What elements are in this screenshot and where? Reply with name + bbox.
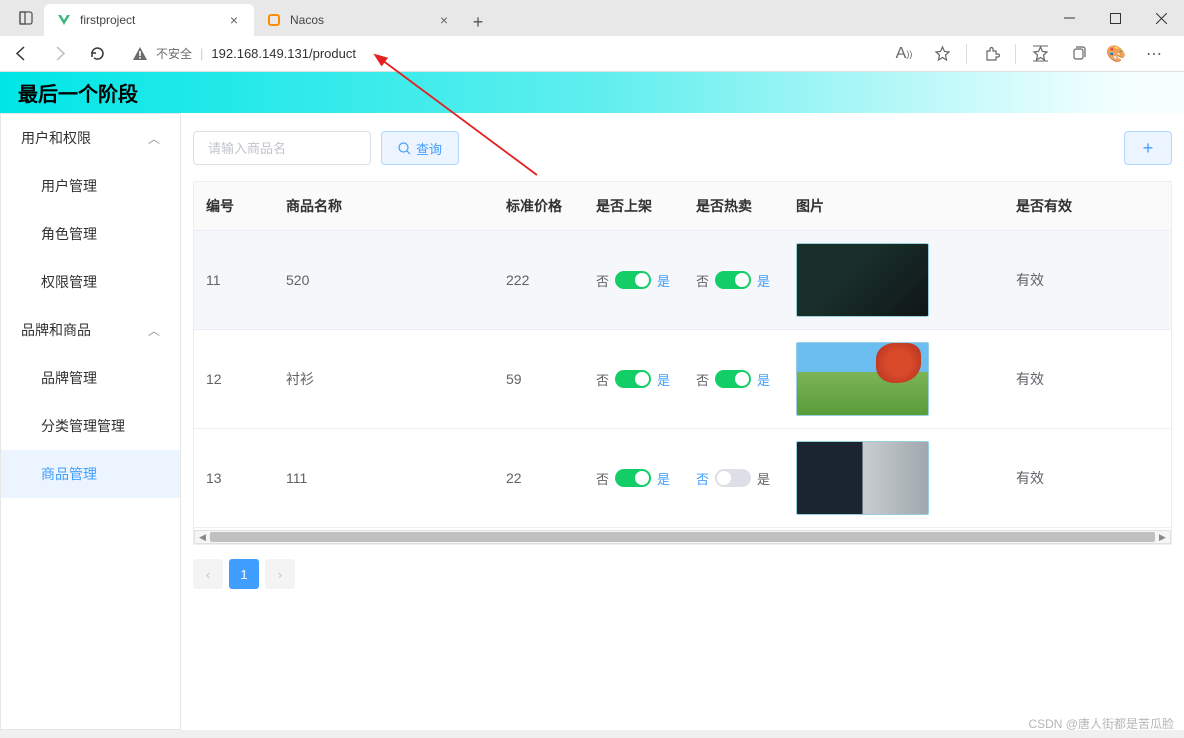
search-icon xyxy=(398,142,411,155)
page-title: 最后一个阶段 xyxy=(18,78,138,107)
table-row: 1311122否是否是有效 xyxy=(194,429,1171,528)
page-1-button[interactable]: 1 xyxy=(229,559,259,589)
toggle-switch[interactable] xyxy=(715,469,751,487)
tab-close-icon[interactable]: × xyxy=(226,12,242,28)
cell-name: 111 xyxy=(274,429,494,528)
vue-icon xyxy=(56,12,72,28)
chevron-up-icon: ︿ xyxy=(148,322,160,339)
cell-name: 衬衫 xyxy=(274,330,494,429)
tab-overview-button[interactable] xyxy=(8,0,44,36)
nacos-icon xyxy=(266,12,282,28)
cell-hot: 否是 xyxy=(684,231,784,330)
main-content: 查询 + 编号 商品名称 标准价格 是否上架 是否热卖 图片 是否 xyxy=(181,113,1184,730)
horizontal-scrollbar[interactable]: ◀▶ xyxy=(194,530,1171,544)
header-price: 标准价格 xyxy=(494,182,584,231)
cell-valid: 有效 xyxy=(1004,330,1171,429)
header-hot: 是否热卖 xyxy=(684,182,784,231)
cell-listed: 否是 xyxy=(584,429,684,528)
cell-valid: 有效 xyxy=(1004,231,1171,330)
minimize-button[interactable] xyxy=(1046,0,1092,36)
url-field[interactable]: 不安全 | 192.168.149.131/product xyxy=(118,39,882,69)
warning-icon xyxy=(132,46,148,62)
add-button[interactable]: + xyxy=(1124,131,1172,165)
toggle-switch[interactable] xyxy=(615,370,651,388)
cell-id: 11 xyxy=(194,231,274,330)
banner: 最后一个阶段 xyxy=(0,72,1184,113)
cell-name: 520 xyxy=(274,231,494,330)
tab-title: firstproject xyxy=(80,13,218,27)
cell-valid: 有效 xyxy=(1004,429,1171,528)
toolbar: 查询 xyxy=(193,131,1172,165)
favorites-bar-icon[interactable] xyxy=(1022,37,1058,71)
back-button[interactable] xyxy=(4,37,38,71)
menu-icon[interactable]: ⋯ xyxy=(1136,37,1172,71)
tab-nacos[interactable]: Nacos × xyxy=(254,4,464,36)
header-valid: 是否有效 xyxy=(1004,182,1171,231)
read-aloud-icon[interactable]: A)) xyxy=(886,37,922,71)
product-thumbnail[interactable] xyxy=(796,342,929,416)
cell-img xyxy=(784,231,1004,330)
sidebar-item[interactable]: 角色管理 xyxy=(1,210,180,258)
tab-bar: firstproject × Nacos × + xyxy=(0,0,1184,36)
sidebar-item[interactable]: 用户管理 xyxy=(1,162,180,210)
header-name: 商品名称 xyxy=(274,182,494,231)
sidebar-item[interactable]: 品牌管理 xyxy=(1,354,180,402)
toggle-switch[interactable] xyxy=(615,469,651,487)
watermark: CSDN @唐人街都是苦瓜脸 xyxy=(1028,715,1174,732)
cell-listed: 否是 xyxy=(584,231,684,330)
cell-price: 22 xyxy=(494,429,584,528)
tab-close-icon[interactable]: × xyxy=(436,12,452,28)
pagination: ‹ 1 › xyxy=(193,559,1172,589)
extensions-icon[interactable] xyxy=(973,37,1009,71)
tab-title: Nacos xyxy=(290,13,428,27)
cell-img xyxy=(784,429,1004,528)
toggle-switch[interactable] xyxy=(715,370,751,388)
header-img: 图片 xyxy=(784,182,1004,231)
search-input[interactable] xyxy=(193,131,371,165)
next-page-button[interactable]: › xyxy=(265,559,295,589)
address-bar: 不安全 | 192.168.149.131/product A)) 🎨 ⋯ xyxy=(0,36,1184,72)
maximize-button[interactable] xyxy=(1092,0,1138,36)
toggle-switch[interactable] xyxy=(715,271,751,289)
menu-group[interactable]: 品牌和商品︿ xyxy=(1,306,180,354)
close-button[interactable] xyxy=(1138,0,1184,36)
collections-icon[interactable] xyxy=(1060,37,1096,71)
new-tab-button[interactable]: + xyxy=(464,8,492,36)
cell-price: 222 xyxy=(494,231,584,330)
reload-button[interactable] xyxy=(80,37,114,71)
cell-id: 12 xyxy=(194,330,274,429)
sidebar: 用户和权限︿用户管理角色管理权限管理品牌和商品︿品牌管理分类管理管理商品管理 xyxy=(0,113,181,730)
window-controls xyxy=(1046,0,1184,36)
toggle-switch[interactable] xyxy=(615,271,651,289)
cell-id: 13 xyxy=(194,429,274,528)
query-button[interactable]: 查询 xyxy=(381,131,459,165)
product-thumbnail[interactable] xyxy=(796,243,929,317)
forward-button[interactable] xyxy=(42,37,76,71)
header-id: 编号 xyxy=(194,182,274,231)
chevron-up-icon: ︿ xyxy=(148,130,160,147)
sidebar-item[interactable]: 商品管理 xyxy=(1,450,180,498)
sync-icon[interactable]: 🎨 xyxy=(1098,37,1134,71)
prev-page-button[interactable]: ‹ xyxy=(193,559,223,589)
tab-firstproject[interactable]: firstproject × xyxy=(44,4,254,36)
table-row: 12衬衫59否是否是有效 xyxy=(194,330,1171,429)
insecure-label: 不安全 xyxy=(156,45,192,62)
menu-group[interactable]: 用户和权限︿ xyxy=(1,114,180,162)
header-listed: 是否上架 xyxy=(584,182,684,231)
cell-hot: 否是 xyxy=(684,330,784,429)
cell-listed: 否是 xyxy=(584,330,684,429)
favorite-icon[interactable] xyxy=(924,37,960,71)
sidebar-item[interactable]: 权限管理 xyxy=(1,258,180,306)
cell-price: 59 xyxy=(494,330,584,429)
cell-img xyxy=(784,330,1004,429)
sidebar-item[interactable]: 分类管理管理 xyxy=(1,402,180,450)
product-table: 编号 商品名称 标准价格 是否上架 是否热卖 图片 是否有效 11520222否… xyxy=(193,181,1172,545)
url-text: 192.168.149.131/product xyxy=(211,46,356,61)
product-thumbnail[interactable] xyxy=(796,441,929,515)
table-row: 11520222否是否是有效 xyxy=(194,231,1171,330)
cell-hot: 否是 xyxy=(684,429,784,528)
